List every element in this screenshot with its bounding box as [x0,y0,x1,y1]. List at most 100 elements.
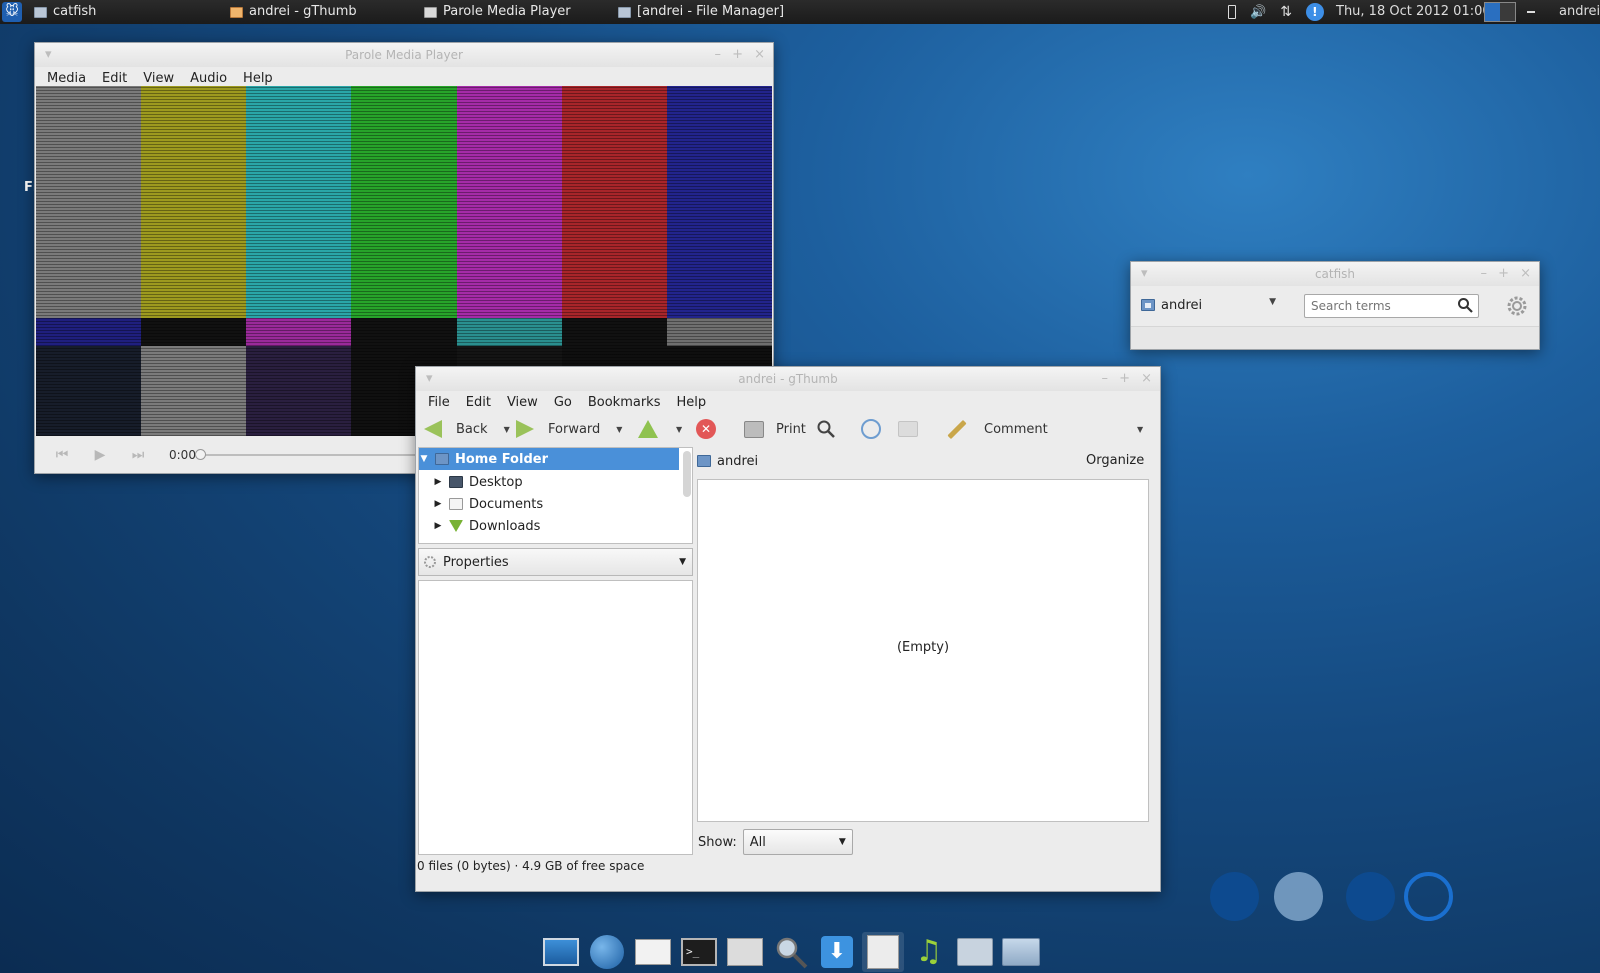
rotate-icon [861,419,881,439]
menu-edit[interactable]: Edit [458,395,499,410]
tree-scrollbar[interactable] [683,451,691,497]
task-gthumb[interactable]: andrei - gThumb [230,2,357,22]
properties-selector[interactable]: Properties ▼ [418,548,693,576]
catfish-titlebar[interactable]: ▾ catfish – + × [1131,262,1539,286]
gear-icon[interactable] [1506,295,1528,317]
print-button[interactable]: Print [744,418,806,440]
notification-icon[interactable]: ! [1305,3,1324,21]
window-menu-icon[interactable]: ▾ [1141,262,1148,286]
rotate-button[interactable] [861,418,881,440]
dock-media-player[interactable]: ♫ [908,932,950,972]
menu-bookmarks[interactable]: Bookmarks [580,395,669,410]
task-file-manager[interactable]: [andrei - File Manager] [618,2,784,22]
clock[interactable]: Thu, 18 Oct 2012 01:00 [1336,2,1491,22]
workspace-2[interactable] [1274,872,1323,921]
catfish-results-area [1131,326,1539,349]
menu-view[interactable]: View [499,395,546,410]
minimize-all-icon[interactable] [1527,11,1535,13]
task-parole[interactable]: Parole Media Player [424,2,571,22]
window-menu-icon[interactable]: ▾ [426,367,433,391]
dock-download[interactable]: ⬇ [816,932,858,972]
print-label: Print [776,421,806,437]
applications-menu-button[interactable]: 🐭 [2,2,22,22]
dock-browser[interactable] [586,932,628,972]
expander-closed-icon[interactable]: ▶ [433,477,443,487]
network-icon[interactable]: ⇅ [1280,4,1292,20]
menu-media[interactable]: Media [39,71,94,86]
home-folder-icon [1141,299,1155,311]
search-icon[interactable] [1457,297,1473,313]
minimize-icon[interactable]: – [1481,262,1488,286]
dock-search[interactable] [770,932,812,972]
folder-tree[interactable]: ▼ Home Folder ▶ Desktop ▶ Documents ▶ Do… [418,447,693,544]
folder-button[interactable] [898,418,918,440]
gthumb-titlebar[interactable]: ▾ andrei - gThumb – + × [416,367,1160,391]
maximize-icon[interactable]: + [732,43,743,67]
search-input[interactable] [1304,294,1479,318]
back-button[interactable]: Back ▼ [424,418,510,440]
maximize-icon[interactable]: + [1498,262,1509,286]
forward-button[interactable]: Forward ▼ [516,418,622,440]
menu-go[interactable]: Go [546,395,580,410]
menu-help[interactable]: Help [235,71,281,86]
comment-button[interactable]: Comment [946,418,1048,440]
expander-closed-icon[interactable]: ▶ [433,499,443,509]
menu-help[interactable]: Help [668,395,714,410]
menu-audio[interactable]: Audio [182,71,235,86]
back-label: Back [456,421,488,437]
battery-icon[interactable] [1228,5,1236,19]
expander-closed-icon[interactable]: ▶ [433,521,443,531]
menu-file[interactable]: File [420,395,458,410]
task-catfish[interactable]: catfish [34,2,96,22]
chevron-down-icon[interactable]: ▼ [616,425,622,434]
expander-open-icon[interactable]: ▼ [419,454,429,464]
tree-item-home-folder[interactable]: ▼ Home Folder [419,448,679,470]
play-icon[interactable]: ▶ [89,447,111,463]
tree-item-desktop[interactable]: ▶ Desktop [419,471,679,493]
home-folder-icon [435,453,449,465]
workspace-4[interactable] [1404,872,1453,921]
tree-item-downloads[interactable]: ▶ Downloads [419,515,679,537]
close-icon[interactable]: × [1520,262,1531,286]
minimize-icon[interactable]: – [715,43,722,67]
dock-mail[interactable] [632,932,674,972]
menu-view[interactable]: View [135,71,182,86]
toolbar-overflow-button[interactable]: ▼ [1137,418,1143,440]
chevron-down-icon[interactable]: ▼ [504,425,510,434]
workspace-switcher-icon[interactable] [1484,2,1516,22]
stop-button[interactable]: ✕ [696,418,716,440]
dock-settings[interactable] [724,932,766,972]
gthumb-menubar: File Edit View Go Bookmarks Help [416,391,1160,413]
dock-text-editor[interactable] [862,931,904,972]
close-icon[interactable]: × [754,43,765,67]
thumbnail-browser[interactable]: (Empty) [697,479,1149,822]
media-player-icon [424,6,437,18]
dock-terminal[interactable]: >_ [678,932,720,972]
parole-titlebar[interactable]: ▾ Parole Media Player – + × [35,43,773,67]
next-icon[interactable]: ⏭ [127,447,149,463]
tree-item-label: Home Folder [455,451,548,467]
location-chooser[interactable]: andrei ▼ [1141,294,1276,316]
window-menu-icon[interactable]: ▾ [45,43,52,67]
show-filter-select[interactable]: All ▼ [742,829,853,855]
volume-icon[interactable]: 🔊 [1250,5,1266,20]
close-icon[interactable]: × [1141,367,1152,391]
dock-desktop[interactable] [540,932,582,972]
seek-handle[interactable] [195,449,206,460]
dock-catfish[interactable] [954,932,996,972]
find-button[interactable] [816,418,836,440]
tree-item-documents[interactable]: ▶ Documents [419,493,679,515]
dock-file-manager[interactable] [1000,932,1042,972]
workspace-1[interactable] [1210,872,1259,921]
up-button[interactable]: ▼ [638,418,682,440]
chevron-down-icon[interactable]: ▼ [676,425,682,434]
organize-button[interactable]: Organize [1086,453,1144,468]
workspace-3[interactable] [1346,872,1395,921]
pencil-icon [947,419,967,439]
previous-icon[interactable]: ⏮ [51,447,73,463]
show-label: Show: [698,834,737,850]
user-menu[interactable]: andrei [1559,2,1600,22]
minimize-icon[interactable]: – [1102,367,1109,391]
menu-edit[interactable]: Edit [94,71,135,86]
maximize-icon[interactable]: + [1119,367,1130,391]
